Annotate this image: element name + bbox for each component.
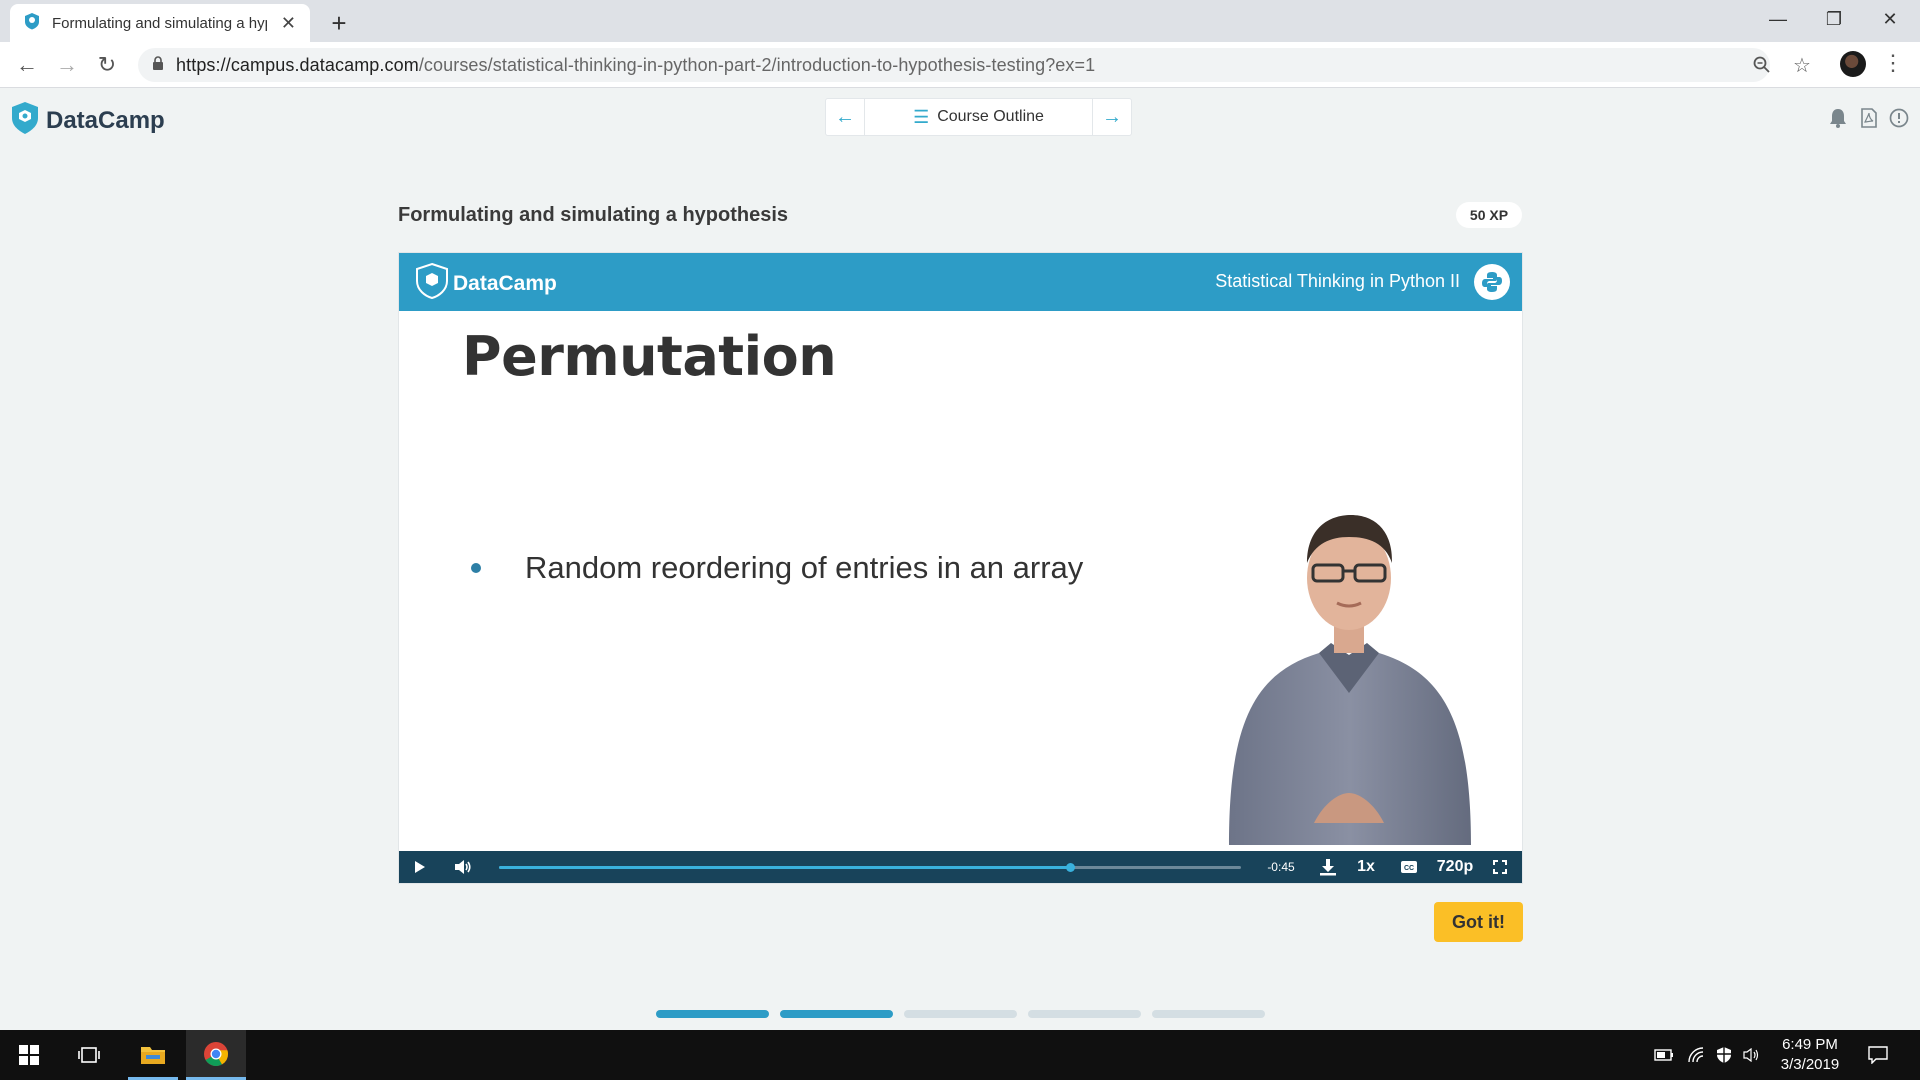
minimize-icon[interactable]: — <box>1750 0 1806 38</box>
clock-time: 6:49 PM <box>1782 1036 1838 1053</box>
video-progress-bar[interactable] <box>499 863 1241 872</box>
python-logo-icon <box>1474 264 1510 300</box>
reload-icon[interactable]: ↻ <box>93 51 121 79</box>
progress-step-5[interactable] <box>1152 1010 1265 1018</box>
volume-icon[interactable] <box>451 851 475 883</box>
windows-start-icon[interactable] <box>0 1030 58 1080</box>
course-outline-nav: ← ☰ Course Outline → <box>825 98 1132 136</box>
course-outline-button[interactable]: ☰ Course Outline <box>864 99 1093 135</box>
browser-menu-icon[interactable]: ⋮ <box>1882 50 1904 76</box>
tab-title: Formulating and simulating a hypothesis <box>52 14 267 32</box>
new-tab-button[interactable]: + <box>324 8 354 39</box>
datacamp-logo[interactable]: DataCamp <box>10 101 165 140</box>
fullscreen-icon[interactable] <box>1488 851 1512 883</box>
bullet-point <box>471 563 481 573</box>
lock-icon <box>152 55 164 75</box>
action-center-icon[interactable] <box>1868 1045 1888 1065</box>
datacamp-favicon-icon <box>24 12 40 35</box>
progress-step-3[interactable] <box>904 1010 1017 1018</box>
bookmark-star-icon[interactable]: ☆ <box>1788 51 1816 79</box>
video-progress-fill <box>499 866 1071 869</box>
video-progress-handle[interactable] <box>1066 863 1076 872</box>
taskbar-clock[interactable]: 6:49 PM 3/3/2019 <box>1770 1035 1850 1075</box>
slide-logo-text: DataCamp <box>453 271 557 295</box>
datacamp-shield-icon <box>10 101 40 140</box>
datacamp-shield-icon <box>415 262 449 305</box>
slide-header: DataCamp Statistical Thinking in Python … <box>399 253 1522 311</box>
slide-course-name: Statistical Thinking in Python II <box>1215 271 1460 291</box>
browser-toolbar: ← → ↻ https://campus.datacamp.com/course… <box>0 42 1920 88</box>
slide-title: Permutation <box>462 325 837 388</box>
presenter-video-image <box>1229 515 1471 845</box>
slide-datacamp-logo: DataCamp <box>415 262 557 305</box>
address-bar[interactable]: https://campus.datacamp.com/courses/stat… <box>138 48 1770 82</box>
progress-step-1[interactable] <box>656 1010 769 1018</box>
info-icon[interactable] <box>1888 107 1910 129</box>
playback-speed-button[interactable]: 1x <box>1351 851 1381 883</box>
profile-avatar[interactable] <box>1840 51 1866 77</box>
back-icon[interactable]: ← <box>13 51 41 79</box>
speaker-icon[interactable] <box>1742 1045 1762 1065</box>
battery-icon[interactable] <box>1654 1045 1674 1065</box>
browser-tab-strip: Formulating and simulating a hypothesis … <box>0 0 1920 42</box>
pdf-icon[interactable] <box>1858 107 1880 129</box>
previous-exercise-button[interactable]: ← <box>826 99 864 135</box>
bell-icon[interactable] <box>1827 107 1849 129</box>
course-outline-label: Course Outline <box>937 108 1044 125</box>
restore-icon[interactable]: ❐ <box>1806 0 1862 38</box>
browser-tab[interactable]: Formulating and simulating a hypothesis … <box>10 4 310 42</box>
file-explorer-icon[interactable] <box>128 1030 178 1080</box>
video-player[interactable]: DataCamp Statistical Thinking in Python … <box>398 252 1523 884</box>
svg-text:CC: CC <box>1404 865 1414 872</box>
captions-icon[interactable]: CC <box>1397 851 1421 883</box>
chrome-taskbar-icon[interactable] <box>186 1030 246 1080</box>
video-controls: -0:45 1x CC 720p <box>399 851 1522 883</box>
progress-step-2[interactable] <box>780 1010 893 1018</box>
slide-bullet-text: Random reordering of entries in an array <box>525 550 1084 585</box>
forward-icon[interactable]: → <box>53 51 81 79</box>
task-view-icon[interactable] <box>64 1030 114 1080</box>
window-close-icon[interactable]: ✕ <box>1862 0 1918 38</box>
next-exercise-button[interactable]: → <box>1093 99 1131 135</box>
download-icon[interactable] <box>1316 851 1340 883</box>
wifi-icon[interactable] <box>1686 1045 1706 1065</box>
windows-taskbar: 6:49 PM 3/3/2019 <box>0 1030 1920 1080</box>
security-shield-icon[interactable] <box>1714 1045 1734 1065</box>
zoom-icon[interactable] <box>1748 51 1776 79</box>
url-text: https://campus.datacamp.com/courses/stat… <box>176 54 1096 75</box>
got-it-button[interactable]: Got it! <box>1434 902 1523 942</box>
progress-step-4[interactable] <box>1028 1010 1141 1018</box>
play-icon[interactable] <box>409 851 431 883</box>
clock-date: 3/3/2019 <box>1780 1056 1840 1073</box>
tab-close-icon[interactable]: ✕ <box>281 13 296 34</box>
menu-icon: ☰ <box>913 106 930 127</box>
exercise-title: Formulating and simulating a hypothesis <box>398 204 789 226</box>
xp-badge: 50 XP <box>1456 202 1522 228</box>
time-remaining: -0:45 <box>1267 860 1295 874</box>
quality-button[interactable]: 720p <box>1432 851 1478 883</box>
exercise-progress-steps <box>656 1010 1276 1018</box>
logo-text: DataCamp <box>46 106 165 134</box>
